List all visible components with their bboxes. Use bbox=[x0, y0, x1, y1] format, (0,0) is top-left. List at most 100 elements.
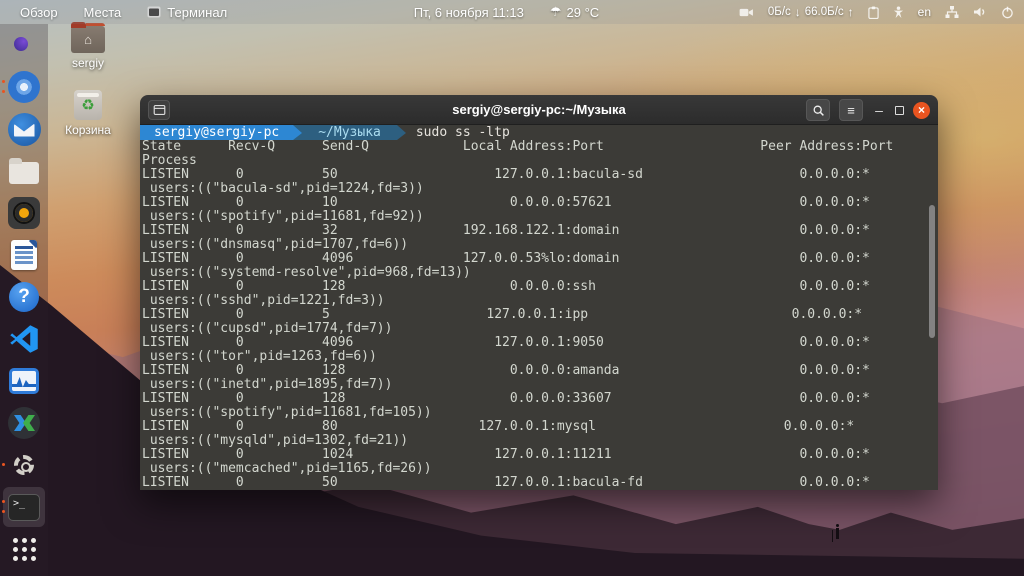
terminal-line: LISTEN 0 80 127.0.0.1:mysql 0.0.0.0:* bbox=[142, 420, 938, 434]
terminal-prompt: sergiy@sergiy-pc ~/Музыка sudo ss -ltp bbox=[140, 125, 938, 140]
close-button[interactable]: × bbox=[913, 102, 930, 119]
search-button[interactable] bbox=[806, 99, 830, 121]
terminal-scrollbar-thumb[interactable] bbox=[929, 205, 935, 338]
terminal-line: State Recv-Q Send-Q Local Address:Port P… bbox=[142, 140, 938, 154]
app-menu-terminal[interactable]: Терминал bbox=[137, 3, 237, 22]
net-down-value: 0Б/с bbox=[768, 6, 791, 18]
terminal-line: users:(("inetd",pid=1895,fd=7)) bbox=[142, 378, 938, 392]
prompt-cwd: ~/Музыка bbox=[302, 125, 397, 140]
terminal-line: Process bbox=[142, 154, 938, 168]
terminal-window: sergiy@sergiy-pc:~/Музыка ≡ – × sergiy@s… bbox=[140, 95, 938, 490]
terminal-output: State Recv-Q Send-Q Local Address:Port P… bbox=[140, 140, 938, 490]
desktop-icon-home[interactable]: ⌂ sergiy bbox=[56, 26, 120, 70]
terminal-line: LISTEN 0 32 192.168.122.1:domain 0.0.0.0… bbox=[142, 224, 938, 238]
running-indicator-dot bbox=[2, 80, 5, 83]
running-indicator-dot bbox=[2, 463, 5, 466]
trash-icon: ♻ bbox=[74, 90, 102, 120]
power-icon[interactable] bbox=[1001, 6, 1014, 19]
window-title: sergiy@sergiy-pc:~/Музыка bbox=[452, 102, 626, 117]
circle-app-icon bbox=[8, 407, 40, 439]
network-icon[interactable] bbox=[945, 6, 959, 18]
dock-item-files[interactable] bbox=[0, 150, 48, 192]
help-icon: ? bbox=[9, 282, 39, 312]
libreoffice-writer-icon bbox=[11, 240, 37, 270]
firefox-icon bbox=[7, 28, 41, 62]
dock-item-vscode[interactable] bbox=[0, 318, 48, 360]
weather-indicator[interactable]: ☂ 29 °C bbox=[550, 4, 599, 20]
app-menu-label: Терминал bbox=[167, 5, 227, 20]
window-titlebar[interactable]: sergiy@sergiy-pc:~/Музыка ≡ – × bbox=[140, 95, 938, 125]
dock-item-help[interactable]: ? bbox=[0, 276, 48, 318]
dock-item-rhythmbox[interactable] bbox=[0, 192, 48, 234]
weather-icon: ☂ bbox=[550, 4, 562, 20]
top-bar: Обзор Места Терминал Пт, 6 ноября 11:13 … bbox=[0, 0, 1024, 24]
menu-button[interactable]: ≡ bbox=[839, 99, 863, 121]
dock-item-thunderbird[interactable] bbox=[0, 108, 48, 150]
vscode-icon bbox=[9, 324, 39, 354]
new-tab-button[interactable] bbox=[148, 100, 170, 120]
terminal-line: LISTEN 0 128 0.0.0.0:amanda 0.0.0.0:* bbox=[142, 364, 938, 378]
running-indicator-dot bbox=[2, 90, 5, 93]
dock-item-circle-app[interactable] bbox=[0, 402, 48, 444]
dock-item-chromium[interactable] bbox=[0, 66, 48, 108]
prompt-user-host: sergiy@sergiy-pc bbox=[140, 125, 293, 140]
dock-item-app-grid[interactable] bbox=[0, 528, 48, 570]
terminal-line: LISTEN 0 50 127.0.0.1:bacula-sd 0.0.0.0:… bbox=[142, 168, 938, 182]
terminal-line: LISTEN 0 128 0.0.0.0:33607 0.0.0.0:* bbox=[142, 392, 938, 406]
terminal-line: users:(("memcached",pid=1165,fd=26)) bbox=[142, 462, 938, 476]
terminal-line: users:(("spotify",pid=11681,fd=105)) bbox=[142, 406, 938, 420]
terminal-line: LISTEN 0 4096 127.0.0.1:9050 0.0.0.0:* bbox=[142, 336, 938, 350]
dock-item-system-monitor[interactable] bbox=[0, 360, 48, 402]
dock: ? >_ bbox=[0, 24, 48, 576]
terminal-line: users:(("mysqld",pid=1302,fd=21)) bbox=[142, 434, 938, 448]
clock-menu[interactable]: Пт, 6 ноября 11:13 bbox=[414, 5, 524, 20]
system-monitor-icon bbox=[9, 368, 39, 394]
chromium-icon bbox=[8, 71, 40, 103]
hamburger-icon: ≡ bbox=[847, 103, 855, 118]
terminal-line: LISTEN 0 4096 127.0.0.53%lo:domain 0.0.0… bbox=[142, 252, 938, 266]
weather-temp: 29 °C bbox=[566, 5, 599, 20]
close-icon: × bbox=[918, 104, 925, 116]
thunderbird-icon bbox=[8, 113, 41, 146]
search-icon bbox=[812, 104, 825, 117]
powerline-arrow-icon bbox=[397, 125, 406, 140]
terminal-line: users:(("tor",pid=1263,fd=6)) bbox=[142, 350, 938, 364]
terminal-line: LISTEN 0 5 127.0.0.1:ipp 0.0.0.0:* bbox=[142, 308, 938, 322]
dock-item-terminal[interactable]: >_ bbox=[0, 486, 48, 528]
terminal-line: LISTEN 0 50 127.0.0.1:bacula-fd 0.0.0.0:… bbox=[142, 476, 938, 490]
net-up-arrow-icon: ↑ bbox=[848, 5, 854, 19]
places-menu[interactable]: Места bbox=[74, 3, 132, 22]
dock-item-settings[interactable] bbox=[0, 444, 48, 486]
terminal-line: users:(("cupsd",pid=1774,fd=7)) bbox=[142, 322, 938, 336]
recycle-glyph: ♻ bbox=[81, 96, 94, 114]
terminal-line: LISTEN 0 1024 127.0.0.1:11211 0.0.0.0:* bbox=[142, 448, 938, 462]
files-icon bbox=[9, 162, 39, 184]
terminal-body[interactable]: sergiy@sergiy-pc ~/Музыка sudo ss -ltp S… bbox=[140, 125, 938, 490]
minimize-button[interactable]: – bbox=[872, 105, 886, 115]
volume-icon[interactable] bbox=[973, 6, 987, 18]
dock-item-firefox[interactable] bbox=[0, 24, 48, 66]
network-speed-indicator[interactable]: 0Б/с ↓ 66.0Б/с ↑ bbox=[768, 5, 854, 19]
screen-recorder-icon[interactable] bbox=[739, 7, 754, 18]
running-indicator-dot bbox=[2, 510, 5, 513]
keyboard-layout-indicator[interactable]: en bbox=[918, 5, 931, 19]
activities-button[interactable]: Обзор bbox=[10, 3, 68, 22]
accessibility-menu-icon[interactable] bbox=[893, 6, 904, 19]
terminal-line: LISTEN 0 128 0.0.0.0:ssh 0.0.0.0:* bbox=[142, 280, 938, 294]
home-glyph: ⌂ bbox=[84, 32, 92, 47]
terminal-icon: >_ bbox=[8, 494, 40, 521]
app-grid-icon bbox=[13, 538, 36, 561]
rhythmbox-icon bbox=[8, 197, 40, 229]
desktop-icon-trash[interactable]: ♻ Корзина bbox=[56, 90, 120, 137]
terminal-app-icon bbox=[147, 6, 161, 18]
desktop-icon-label: Корзина bbox=[65, 123, 111, 137]
desktop: Обзор Места Терминал Пт, 6 ноября 11:13 … bbox=[0, 0, 1024, 576]
hiker-silhouette bbox=[836, 528, 839, 539]
terminal-line: users:(("spotify",pid=11681,fd=92)) bbox=[142, 210, 938, 224]
dock-item-libreoffice-writer[interactable] bbox=[0, 234, 48, 276]
maximize-button[interactable] bbox=[895, 106, 904, 115]
settings-gear-icon bbox=[8, 449, 40, 481]
net-up-value: 66.0Б/с bbox=[805, 6, 844, 18]
clipboard-indicator-icon[interactable] bbox=[868, 6, 879, 19]
terminal-line: users:(("dnsmasq",pid=1707,fd=6)) bbox=[142, 238, 938, 252]
